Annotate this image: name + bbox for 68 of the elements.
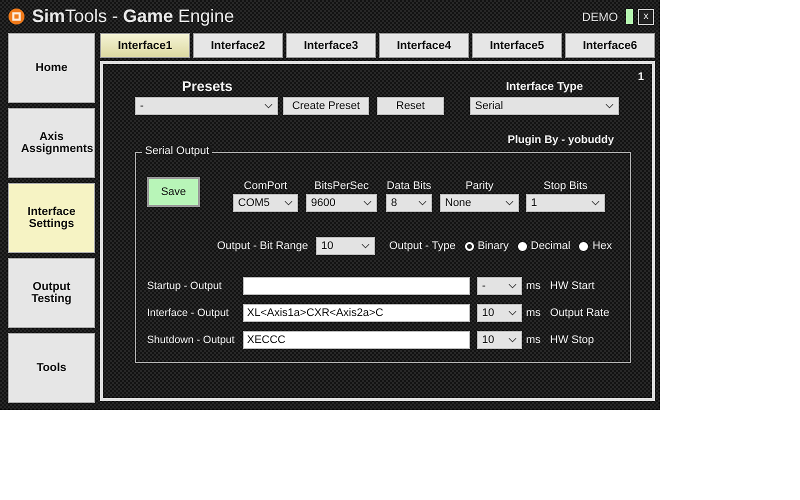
chevron-icon xyxy=(284,200,293,206)
sidebar-button[interactable]: Axis Assignments xyxy=(8,108,95,178)
output-note: HW Start xyxy=(550,280,595,292)
interface-type-heading: Interface Type xyxy=(506,81,584,93)
chevron-icon xyxy=(264,103,273,109)
plugin-credit: Plugin By - yobuddy xyxy=(506,134,614,146)
output-field[interactable]: XECCC xyxy=(243,331,470,349)
mode-label: DEMO xyxy=(582,10,618,24)
radio-option[interactable]: Decimal xyxy=(518,240,570,252)
tab[interactable]: Interface5 xyxy=(472,33,562,58)
chevron-icon xyxy=(508,337,517,343)
chevron-icon xyxy=(508,283,517,289)
setting-dropdown[interactable]: 1 xyxy=(526,194,605,212)
status-indicator xyxy=(626,9,633,24)
output-label: Interface - Output xyxy=(147,307,230,319)
setting-dropdown[interactable]: 9600 xyxy=(306,194,377,212)
chevron-icon xyxy=(591,200,600,206)
output-note: HW Stop xyxy=(550,334,594,346)
app-logo-icon xyxy=(8,8,25,25)
panel-number: 1 xyxy=(638,71,644,83)
output-note: Output Rate xyxy=(550,307,610,319)
sidebar-button[interactable]: Interface Settings xyxy=(8,183,95,253)
sidebar-button[interactable]: Output Testing xyxy=(8,258,95,328)
setting-dropdown[interactable]: None xyxy=(440,194,519,212)
tab[interactable]: Interface1 xyxy=(100,33,190,58)
setting-dropdown[interactable]: 8 xyxy=(386,194,432,212)
presets-heading: Presets xyxy=(182,78,234,94)
unit-label: ms xyxy=(526,334,542,346)
chevron-icon xyxy=(605,103,614,109)
chevron-icon xyxy=(363,200,372,206)
setting-label: Stop Bits xyxy=(543,180,588,192)
close-button[interactable]: x xyxy=(638,8,654,24)
radio-option[interactable]: Hex xyxy=(579,240,612,252)
output-label: Startup - Output xyxy=(147,280,223,292)
chevron-icon xyxy=(418,200,427,206)
save-button[interactable]: Save xyxy=(147,177,200,207)
bit-range-label: Output - Bit Range xyxy=(217,240,308,252)
group-title: Serial Output xyxy=(142,145,212,157)
presets-dropdown[interactable]: - xyxy=(135,97,278,115)
unit-label: ms xyxy=(526,280,542,292)
tab[interactable]: Interface6 xyxy=(565,33,655,58)
setting-label: Data Bits xyxy=(386,180,432,192)
window-title: SimTools - Game Engine xyxy=(32,6,234,27)
tab[interactable]: Interface3 xyxy=(286,33,376,58)
setting-label: Parity xyxy=(465,180,494,192)
sidebar-button[interactable]: Home xyxy=(8,33,95,103)
reset-button[interactable]: Reset xyxy=(377,97,444,115)
output-field[interactable]: XL<Axis1a>CXR<Axis2a>C xyxy=(243,304,470,322)
create-preset-button[interactable]: Create Preset xyxy=(283,97,369,115)
delay-dropdown[interactable]: 10 xyxy=(477,304,522,322)
tab[interactable]: Interface2 xyxy=(193,33,283,58)
delay-dropdown[interactable]: - xyxy=(477,277,522,295)
chevron-icon xyxy=(508,310,517,316)
setting-label: BitsPerSec xyxy=(314,180,369,192)
chevron-icon xyxy=(361,243,370,249)
radio-option[interactable]: Binary xyxy=(464,240,509,252)
setting-label: ComPort xyxy=(244,180,288,192)
sidebar-button[interactable]: Tools xyxy=(8,333,95,403)
bit-range-dropdown[interactable]: 10 xyxy=(316,237,376,255)
setting-dropdown[interactable]: COM5 xyxy=(233,194,298,212)
interface-type-dropdown[interactable]: Serial xyxy=(470,97,619,115)
output-label: Shutdown - Output xyxy=(147,334,236,346)
output-type-label: Output - Type xyxy=(389,240,456,252)
tab[interactable]: Interface4 xyxy=(379,33,469,58)
delay-dropdown[interactable]: 10 xyxy=(477,331,522,349)
unit-label: ms xyxy=(526,307,542,319)
output-field[interactable] xyxy=(243,277,470,295)
chevron-icon xyxy=(505,200,514,206)
